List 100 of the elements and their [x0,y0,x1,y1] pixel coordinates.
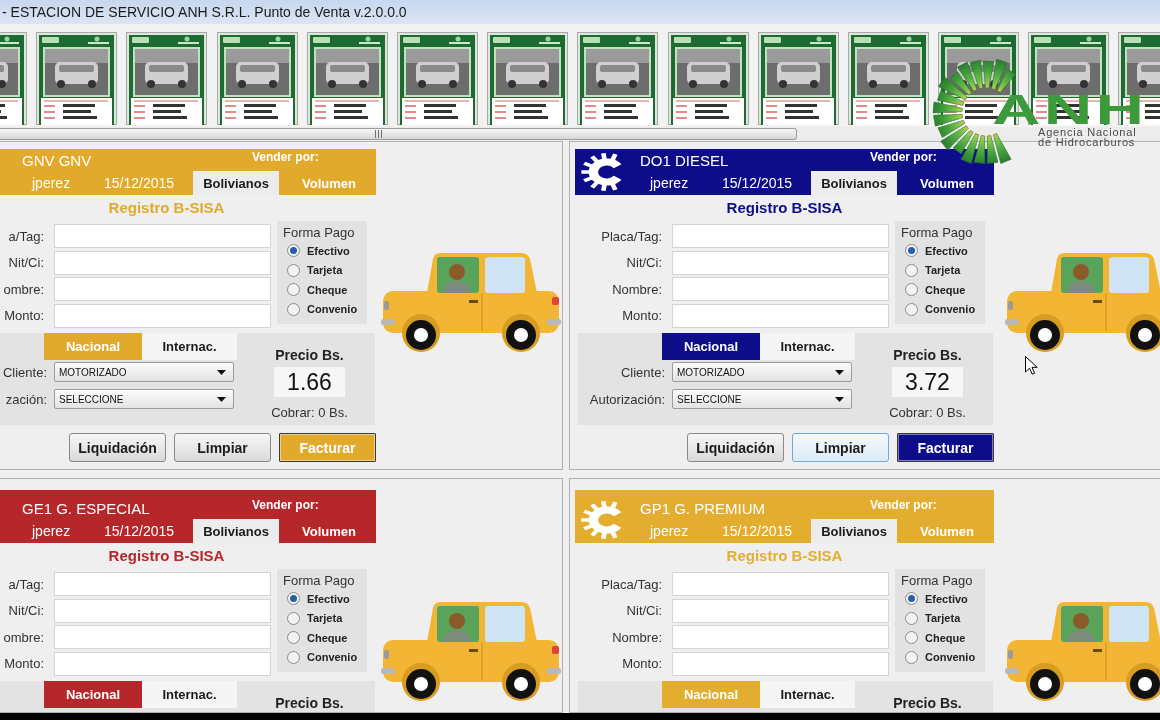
input-field[interactable] [672,651,889,676]
currency-tab[interactable]: Volumen [282,519,376,543]
charge-text: Cobrar: 0 Bs. [889,406,966,420]
user-name: jperez [32,175,72,191]
sell-by-label: Vender por: [251,149,320,166]
form-title: Registro B-SISA [725,546,844,566]
caret-icon [835,396,844,402]
input-field[interactable] [672,224,889,248]
select-label: Cliente: [619,364,665,380]
mouse-pointer-icon [1025,356,1038,375]
dropdown[interactable]: SELECCIONE [672,389,852,409]
user-name: jperez [650,175,690,191]
input-field[interactable] [672,598,889,623]
caret-icon [835,369,844,375]
origin-tab[interactable]: Internac. [142,333,237,360]
input-field[interactable] [672,250,889,275]
currency-tab[interactable]: Bolivianos [811,171,897,195]
dropdown[interactable]: MOTORIZADO [54,362,234,382]
sell-by-label: Vender por: [869,497,938,514]
field-label: Nit/Ci: [7,255,44,270]
form-title: Registro B-SISA [107,546,226,566]
input-field[interactable] [672,572,889,596]
payment-option[interactable]: Efectivo [901,241,985,261]
group-title: Forma Pago [283,224,356,241]
origin-tab[interactable]: Nacional [44,681,142,708]
currency-tab[interactable]: Bolivianos [811,519,897,543]
field-label: Nit/Ci: [625,603,662,618]
payment-option[interactable]: Cheque [283,280,367,300]
input-field[interactable] [54,303,271,328]
price-label: Precio Bs. [275,696,344,711]
payment-option[interactable]: Tarjeta [901,608,985,628]
group-title: Forma Pago [901,572,974,589]
action-button[interactable]: Liquidación [69,433,166,462]
payment-option[interactable]: Tarjeta [283,260,367,280]
payment-option[interactable]: Tarjeta [901,260,985,280]
select-label: Autorización: [588,391,665,407]
dropdown[interactable]: SELECCIONE [54,389,234,409]
field-label: a/Tag: [7,576,44,592]
caret-icon [217,369,226,375]
scrollbar-thumb[interactable] [0,128,797,140]
sell-by-label: Vender por: [251,497,320,514]
action-button[interactable]: Limpiar [792,433,889,462]
origin-tab[interactable]: Internac. [142,681,237,708]
input-field[interactable] [672,277,889,301]
price-label: Precio Bs. [893,696,962,711]
payment-option[interactable]: Convenio [283,299,367,319]
user-name: jperez [32,523,72,539]
submit-button[interactable]: Facturar [897,433,994,462]
input-field[interactable] [54,572,271,596]
select-label: zación: [4,391,47,407]
field-label: a/Tag: [7,228,44,244]
payment-option[interactable]: Efectivo [283,241,367,261]
field-label: Nit/Ci: [625,255,662,270]
date-text: 15/12/2015 [722,523,793,539]
input-field[interactable] [54,598,271,623]
currency-tab[interactable]: Bolivianos [193,519,279,543]
origin-tab[interactable]: Nacional [662,333,760,360]
origin-tab[interactable]: Internac. [760,333,855,360]
dropdown[interactable]: MOTORIZADO [672,362,852,382]
field-label: Nombre: [611,629,662,645]
field-label: Monto: [3,308,44,323]
date-text: 15/12/2015 [722,175,793,191]
payment-option[interactable]: Tarjeta [283,608,367,628]
input-field[interactable] [54,625,271,649]
payment-option[interactable]: Cheque [283,628,367,648]
origin-tab[interactable]: Internac. [760,681,855,708]
input-field[interactable] [54,224,271,248]
payment-option[interactable]: Convenio [283,647,367,667]
field-label: Placa/Tag: [600,576,662,592]
panel-title: GNV GNV [22,151,93,171]
field-label: Nit/Ci: [7,603,44,618]
payment-option[interactable]: Efectivo [901,589,985,609]
field-label: Monto: [621,656,662,671]
input-field[interactable] [54,277,271,301]
field-label: ombre: [2,629,44,645]
input-field[interactable] [672,303,889,328]
action-button[interactable]: Limpiar [174,433,271,462]
form-title: Registro B-SISA [725,198,844,218]
payment-option[interactable]: Efectivo [283,589,367,609]
payment-option[interactable]: Cheque [901,628,985,648]
panel-title: GP1 G. PREMIUM [640,499,767,519]
price-label: Precio Bs. [893,348,962,363]
date-text: 15/12/2015 [104,523,175,539]
price-label: Precio Bs. [275,348,344,363]
input-field[interactable] [54,651,271,676]
price-display: 1.66 [274,367,345,397]
caret-icon [217,396,226,402]
payment-option[interactable]: Convenio [901,299,985,319]
payment-option[interactable]: Cheque [901,280,985,300]
action-button[interactable]: Liquidación [687,433,784,462]
currency-tab[interactable]: Bolivianos [193,171,279,195]
field-label: Nombre: [611,281,662,297]
payment-option[interactable]: Convenio [901,647,985,667]
input-field[interactable] [672,625,889,649]
sell-by-label: Vender por: [869,149,938,166]
currency-tab[interactable]: Volumen [900,171,994,195]
field-label: Placa/Tag: [600,228,662,244]
input-field[interactable] [54,250,271,275]
grip-icon [375,130,382,138]
date-text: 15/12/2015 [104,175,175,191]
